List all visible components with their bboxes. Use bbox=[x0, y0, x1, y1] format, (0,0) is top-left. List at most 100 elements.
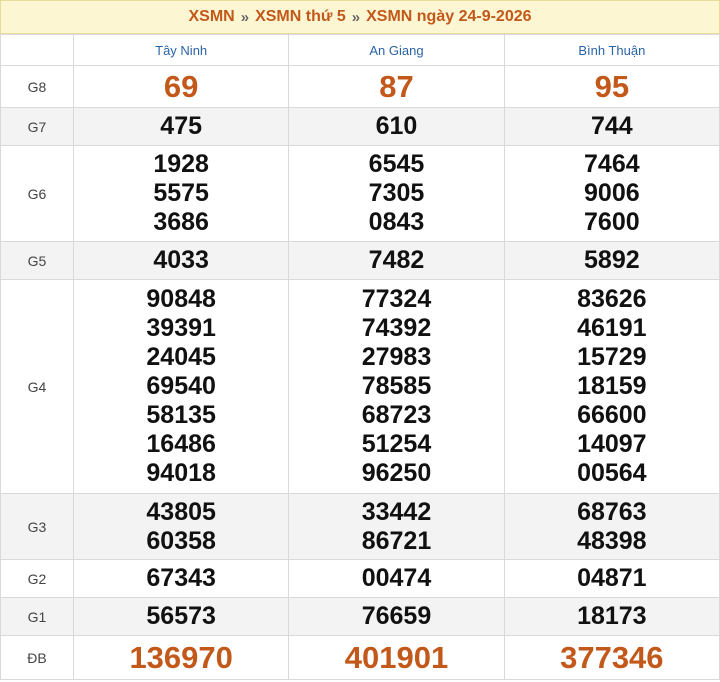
result-cell: 7482 bbox=[288, 241, 505, 280]
result-number: 33442 bbox=[361, 497, 432, 526]
result-number: 475 bbox=[160, 112, 203, 140]
prize-row-g6: G6 1928 5575 3686 6545 7305 0843 7464 9006 7600 bbox=[0, 145, 720, 242]
result-number: 39391 bbox=[146, 314, 216, 342]
prize-row-g4: G4 90848 39391 24045 69540 58135 16486 94018 773… bbox=[0, 279, 720, 494]
result-number: 78585 bbox=[361, 372, 432, 400]
result-number: 48398 bbox=[577, 526, 647, 555]
result-cell: 83626 46191 15729 18159 66600 14097 00564 bbox=[503, 279, 720, 494]
result-number: 68763 bbox=[577, 497, 647, 526]
corner-cell bbox=[0, 34, 74, 66]
result-number: 7482 bbox=[368, 246, 425, 274]
column-title-tay-ninh[interactable]: Tây Ninh bbox=[72, 34, 290, 66]
result-number: 04871 bbox=[577, 564, 647, 592]
prize-label: G1 bbox=[0, 597, 74, 636]
result-number: 51254 bbox=[361, 430, 432, 458]
result-number: 377346 bbox=[560, 640, 664, 675]
result-number: 16486 bbox=[146, 430, 216, 458]
breadcrumb: XSMN » XSMN thứ 5 » XSMN ngày 24-9-2026 bbox=[0, 0, 720, 34]
result-number: 76659 bbox=[361, 602, 432, 630]
result-cell: 744 bbox=[503, 107, 720, 146]
result-number: 69540 bbox=[146, 372, 216, 400]
result-number: 77324 bbox=[361, 285, 432, 313]
result-number: 95 bbox=[594, 69, 630, 104]
result-number: 68723 bbox=[361, 401, 432, 429]
prize-label: G4 bbox=[0, 279, 74, 494]
result-number: 83626 bbox=[577, 285, 647, 313]
result-number: 69 bbox=[163, 69, 199, 104]
prize-label: G3 bbox=[0, 493, 74, 560]
prize-row-đb: ĐB 136970 401901 377346 bbox=[0, 635, 720, 680]
result-number: 1928 bbox=[153, 150, 209, 178]
prize-label: G7 bbox=[0, 107, 74, 146]
prize-label: G6 bbox=[0, 145, 74, 242]
breadcrumb-separator: » bbox=[240, 8, 250, 26]
result-cell: 67343 bbox=[72, 559, 290, 598]
result-cell: 1928 5575 3686 bbox=[72, 145, 290, 242]
result-number: 00564 bbox=[577, 459, 647, 487]
prize-label: G2 bbox=[0, 559, 74, 598]
result-number: 24045 bbox=[146, 343, 216, 371]
results-table: Tây Ninh An Giang Bình Thuận G8 69 87 95 G7 4… bbox=[0, 34, 720, 680]
result-number: 18173 bbox=[577, 602, 647, 630]
result-number: 744 bbox=[590, 112, 633, 140]
prize-label: G5 bbox=[0, 241, 74, 280]
result-cell: 610 bbox=[288, 107, 505, 146]
result-number: 5575 bbox=[153, 179, 209, 207]
result-cell: 4033 bbox=[72, 241, 290, 280]
result-cell: 68763 48398 bbox=[503, 493, 720, 560]
result-cell: 56573 bbox=[72, 597, 290, 636]
column-title-binh-thuan[interactable]: Bình Thuận bbox=[503, 34, 720, 66]
result-number: 58135 bbox=[146, 401, 216, 429]
result-cell: 69 bbox=[72, 65, 290, 108]
result-cell: 43805 60358 bbox=[72, 493, 290, 560]
prize-label: G8 bbox=[0, 65, 74, 108]
result-number: 610 bbox=[375, 112, 418, 140]
prize-row-g2: G2 67343 00474 04871 bbox=[0, 559, 720, 598]
result-number: 7600 bbox=[584, 208, 640, 236]
prize-row-g7: G7 475 610 744 bbox=[0, 107, 720, 146]
prize-row-g8: G8 69 87 95 bbox=[0, 65, 720, 108]
result-cell: 95 bbox=[503, 65, 720, 108]
result-number: 94018 bbox=[146, 459, 216, 487]
prize-row-g5: G5 4033 7482 5892 bbox=[0, 241, 720, 280]
result-number: 87 bbox=[379, 69, 414, 104]
result-number: 9006 bbox=[584, 179, 640, 207]
prize-row-g3: G3 43805 60358 33442 86721 68763 48398 bbox=[0, 493, 720, 560]
result-number: 401901 bbox=[344, 640, 449, 675]
breadcrumb-xsmn[interactable]: XSMN bbox=[188, 8, 234, 26]
result-number: 66600 bbox=[577, 401, 647, 429]
result-number: 7464 bbox=[584, 150, 640, 178]
result-number: 5892 bbox=[584, 246, 640, 274]
prize-row-g1: G1 56573 76659 18173 bbox=[0, 597, 720, 636]
result-number: 3686 bbox=[153, 208, 209, 236]
result-number: 00474 bbox=[361, 564, 432, 592]
result-number: 46191 bbox=[577, 314, 647, 342]
result-number: 18159 bbox=[577, 372, 647, 400]
breadcrumb-xsmn-thu-5[interactable]: XSMN thứ 5 bbox=[255, 8, 346, 26]
result-number: 14097 bbox=[577, 430, 647, 458]
result-number: 15729 bbox=[577, 343, 647, 371]
column-title-an-giang[interactable]: An Giang bbox=[288, 34, 505, 66]
result-number: 136970 bbox=[129, 640, 233, 675]
result-cell: 76659 bbox=[288, 597, 505, 636]
result-number: 27983 bbox=[361, 343, 432, 371]
result-number: 90848 bbox=[146, 285, 216, 313]
result-number: 7305 bbox=[368, 179, 425, 207]
result-cell: 87 bbox=[288, 65, 505, 108]
result-cell: 33442 86721 bbox=[288, 493, 505, 560]
result-cell: 04871 bbox=[503, 559, 720, 598]
table-header-row: Tây Ninh An Giang Bình Thuận bbox=[0, 34, 720, 66]
result-cell: 00474 bbox=[288, 559, 505, 598]
result-cell: 90848 39391 24045 69540 58135 16486 94018 bbox=[72, 279, 290, 494]
result-cell: 475 bbox=[72, 107, 290, 146]
result-cell: 377346 bbox=[503, 635, 720, 680]
result-number: 43805 bbox=[146, 497, 216, 526]
result-cell: 6545 7305 0843 bbox=[288, 145, 505, 242]
result-number: 0843 bbox=[368, 208, 425, 236]
result-number: 67343 bbox=[146, 564, 216, 592]
breadcrumb-separator: » bbox=[351, 8, 361, 26]
breadcrumb-xsmn-date[interactable]: XSMN ngày 24-9-2026 bbox=[366, 8, 531, 26]
result-number: 86721 bbox=[361, 526, 432, 555]
result-number: 60358 bbox=[146, 526, 216, 555]
result-number: 6545 bbox=[368, 150, 425, 178]
